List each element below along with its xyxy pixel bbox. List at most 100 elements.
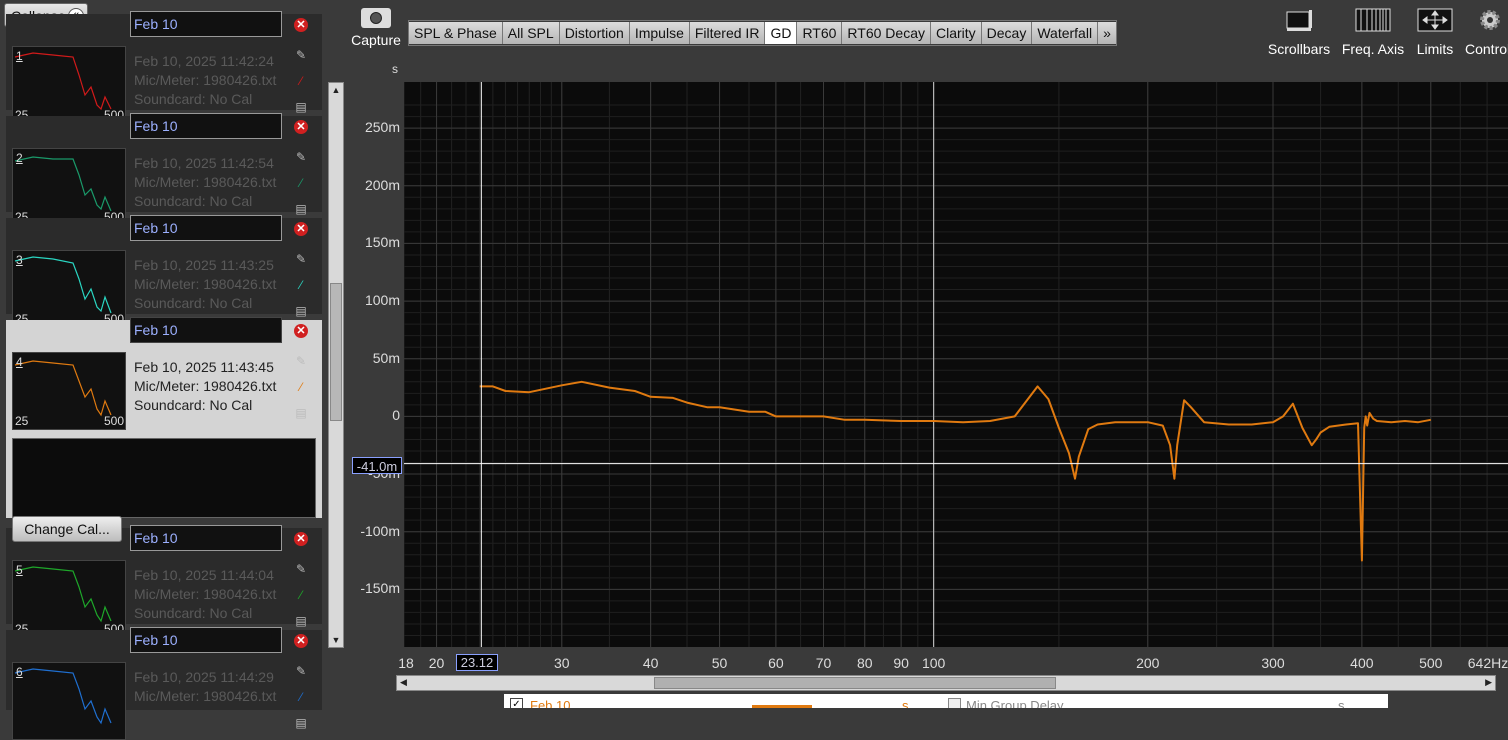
- tab-distortion[interactable]: Distortion: [559, 22, 630, 44]
- edit-icon[interactable]: ✎: [294, 150, 308, 164]
- close-icon[interactable]: ✕: [294, 324, 308, 338]
- edit-icon[interactable]: ✎: [294, 664, 308, 678]
- y-tick-label: 200m: [364, 176, 400, 193]
- graph-svg: [404, 82, 1508, 647]
- x-tick-label: 500: [1419, 655, 1443, 671]
- controls-button[interactable]: Controls: [1465, 8, 1508, 57]
- change-cal-button[interactable]: Change Cal...: [12, 516, 122, 542]
- measurement-panel[interactable]: Feb 10 ✕ 2 25 500 Feb 10, 2025 11:42:54 …: [6, 113, 322, 226]
- scroll-up-icon[interactable]: ▲: [331, 85, 341, 95]
- edit-icon[interactable]: ✎: [294, 48, 308, 62]
- measurement-panel[interactable]: Feb 10 ✕ 4 25 500 Feb 10, 2025 11:43:45 …: [6, 317, 322, 518]
- close-icon[interactable]: ✕: [294, 222, 308, 236]
- notes-icon[interactable]: ▤: [294, 614, 308, 628]
- x-tick-label: 60: [768, 655, 784, 671]
- tab-decay[interactable]: Decay: [981, 22, 1033, 44]
- controls-label: Controls: [1465, 41, 1508, 57]
- edit-icon[interactable]: ✎: [294, 354, 308, 368]
- trace-color-icon[interactable]: ⁄: [294, 380, 308, 394]
- freq-axis-label: Freq. Axis: [1341, 41, 1405, 57]
- measurement-sidebar: Collapse « Feb 10 ✕ 1 25 500 Feb 10, 202…: [0, 0, 345, 740]
- tab-waterfall[interactable]: Waterfall: [1032, 22, 1099, 44]
- tab-spl-phase[interactable]: SPL & Phase: [409, 22, 503, 44]
- tab-filtered-ir[interactable]: Filtered IR: [689, 22, 766, 44]
- sidebar-scroll-thumb[interactable]: [330, 283, 342, 421]
- close-icon[interactable]: ✕: [294, 18, 308, 32]
- tab-rt60-decay[interactable]: RT60 Decay: [842, 22, 931, 44]
- trace-color-icon[interactable]: ⁄: [294, 278, 308, 292]
- measurement-info: Feb 10, 2025 11:42:24 Mic/Meter: 1980426…: [134, 52, 276, 109]
- measurement-name-input[interactable]: Feb 10: [130, 113, 282, 139]
- measurement-notes[interactable]: [12, 438, 316, 518]
- measurement-thumbnail[interactable]: 1 25 500: [12, 46, 126, 124]
- measurement-name-input[interactable]: Feb 10: [130, 317, 282, 343]
- x-tick-label: 40: [642, 655, 659, 671]
- trace-color-icon[interactable]: ⁄: [294, 74, 308, 88]
- trace-color-icon[interactable]: ⁄: [294, 690, 308, 704]
- measurement-name-input[interactable]: Feb 10: [130, 215, 282, 241]
- sidebar-scrollbar[interactable]: ▲ ▼: [328, 82, 344, 648]
- measurement-thumbnail[interactable]: 4 25 500: [12, 352, 126, 430]
- measurement-info: Feb 10, 2025 11:44:04 Mic/Meter: 1980426…: [134, 566, 276, 623]
- capture-button[interactable]: Capture: [350, 8, 402, 48]
- measurement-info: Feb 10, 2025 11:43:45 Mic/Meter: 1980426…: [134, 358, 276, 415]
- trace-color-icon[interactable]: ⁄: [294, 176, 308, 190]
- tab-all-spl[interactable]: All SPL: [502, 22, 560, 44]
- measurement-soundcard: Soundcard: No Cal: [134, 193, 253, 209]
- x-tick-label: 400: [1350, 655, 1374, 671]
- measurement-panel[interactable]: Feb 10 ✕ 1 25 500 Feb 10, 2025 11:42:24 …: [6, 11, 322, 124]
- tab-rt60[interactable]: RT60: [797, 22, 843, 44]
- group-delay-trace: [479, 380, 1431, 562]
- notes-icon[interactable]: ▤: [294, 716, 308, 730]
- x-tick-label: 100: [921, 655, 946, 671]
- measurement-index: 2: [16, 151, 23, 165]
- graph-scroll-thumb[interactable]: [654, 677, 1056, 689]
- measurement-name-input[interactable]: Feb 10: [130, 627, 282, 653]
- measurement-mic: Mic/Meter: 1980426.txt: [134, 276, 277, 292]
- measurement-thumbnail[interactable]: 5 25 500: [12, 560, 126, 638]
- measurement-name-input[interactable]: Feb 10: [130, 525, 282, 551]
- min-group-delay-checkbox[interactable]: [948, 698, 961, 708]
- measurement-name-input[interactable]: Feb 10: [130, 11, 282, 37]
- notes-icon[interactable]: ▤: [294, 304, 308, 318]
- group-delay-graph[interactable]: [404, 82, 1508, 647]
- trace-checkbox[interactable]: ✓: [510, 698, 523, 708]
- graph-horizontal-scrollbar[interactable]: ◀ ▶: [396, 675, 1496, 691]
- close-icon[interactable]: ✕: [294, 120, 308, 134]
- freq-axis-button[interactable]: Freq. Axis: [1341, 8, 1405, 57]
- scrollbars-button[interactable]: Scrollbars: [1267, 8, 1331, 57]
- scroll-down-icon[interactable]: ▼: [331, 635, 341, 645]
- notes-icon[interactable]: ▤: [294, 202, 308, 216]
- measurement-thumbnail[interactable]: 6: [12, 662, 126, 740]
- tab-more[interactable]: »: [1098, 22, 1116, 44]
- tab-clarity[interactable]: Clarity: [930, 22, 982, 44]
- edit-icon[interactable]: ✎: [294, 562, 308, 576]
- measurement-mic: Mic/Meter: 1980426.txt: [134, 72, 277, 88]
- notes-icon[interactable]: ▤: [294, 100, 308, 114]
- measurement-info: Feb 10, 2025 11:44:29 Mic/Meter: 1980426…: [134, 668, 276, 706]
- min-group-delay-unit: s: [1338, 698, 1345, 708]
- close-icon[interactable]: ✕: [294, 532, 308, 546]
- measurement-panel[interactable]: Feb 10 ✕ 6 Feb 10, 2025 11:44:29 Mic/Met…: [6, 627, 322, 740]
- thumbnail-trace: [14, 668, 112, 725]
- tab-impulse[interactable]: Impulse: [629, 22, 690, 44]
- measurement-panel[interactable]: Feb 10 ✕ 3 25 500 Feb 10, 2025 11:43:25 …: [6, 215, 322, 328]
- measurement-thumbnail[interactable]: 3 25 500: [12, 250, 126, 328]
- measurement-panel[interactable]: Feb 10 ✕ 5 25 500 Feb 10, 2025 11:44:04 …: [6, 525, 322, 638]
- measurement-date: Feb 10, 2025 11:43:25: [134, 257, 274, 273]
- x-tick-label: 200: [1136, 655, 1160, 671]
- x-tick-label: 20: [428, 655, 445, 671]
- scroll-right-icon[interactable]: ▶: [1485, 677, 1492, 688]
- trace-color-icon[interactable]: ⁄: [294, 588, 308, 602]
- measurement-mic: Mic/Meter: 1980426.txt: [134, 378, 277, 394]
- notes-icon[interactable]: ▤: [294, 406, 308, 420]
- tab-gd[interactable]: GD: [765, 22, 798, 44]
- measurement-thumbnail[interactable]: 2 25 500: [12, 148, 126, 226]
- measurement-soundcard: Soundcard: No Cal: [134, 397, 253, 413]
- scroll-left-icon[interactable]: ◀: [400, 677, 407, 688]
- measurement-info: Feb 10, 2025 11:42:54 Mic/Meter: 1980426…: [134, 154, 276, 211]
- edit-icon[interactable]: ✎: [294, 252, 308, 266]
- y-tick-label: 0: [392, 407, 400, 424]
- limits-button[interactable]: Limits: [1413, 8, 1457, 57]
- close-icon[interactable]: ✕: [294, 634, 308, 648]
